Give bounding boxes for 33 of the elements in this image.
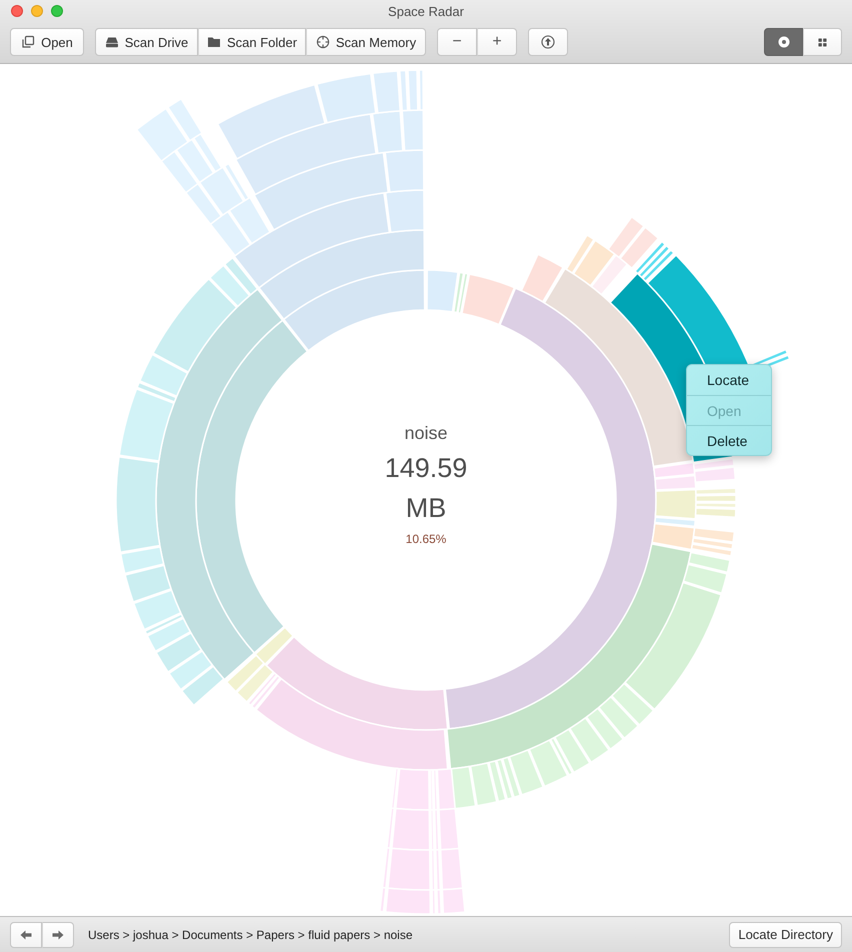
size-value: 149.59 — [384, 453, 468, 483]
menu-item[interactable]: Delete — [687, 425, 771, 455]
right-arrow-icon — [52, 930, 64, 940]
close-button[interactable] — [11, 5, 23, 17]
fullscreen-button[interactable] — [51, 5, 63, 17]
open-button[interactable]: Open — [10, 28, 84, 56]
view-toggle[interactable] — [803, 28, 842, 56]
breadcrumb-path: Users > joshua > Documents > Papers > fluid papers > noise — [88, 928, 413, 942]
scan-button[interactable]: Scan Memory — [306, 28, 426, 56]
folder-name: noise — [404, 423, 448, 443]
folder-icon — [206, 35, 221, 49]
scan-button[interactable]: Scan Folder — [198, 28, 306, 56]
crosshair-icon — [316, 35, 330, 49]
sunburst-wedge[interactable] — [461, 216, 660, 326]
ring-icon — [776, 35, 790, 49]
up-button[interactable] — [528, 28, 568, 56]
back-button[interactable] — [10, 922, 42, 948]
locate-directory-button[interactable]: Locate Directory — [729, 922, 842, 948]
menu-item[interactable]: Locate — [687, 365, 771, 395]
view-toggle[interactable] — [764, 28, 803, 56]
minimize-button[interactable] — [31, 5, 43, 17]
left-arrow-icon — [20, 930, 32, 940]
hard-drive-icon — [104, 35, 119, 49]
sunburst-wedge[interactable] — [446, 543, 731, 810]
zoom-button[interactable]: − — [437, 28, 477, 56]
grid-icon — [818, 38, 827, 46]
window-title: Space Radar — [388, 4, 464, 18]
zoom-button[interactable]: + — [477, 28, 517, 56]
size-unit: MB — [406, 493, 446, 523]
forward-button[interactable] — [42, 922, 74, 948]
copy-icon — [21, 35, 36, 49]
scan-button[interactable]: Scan Drive — [95, 28, 198, 56]
size-percent: 10.65% — [406, 532, 446, 546]
